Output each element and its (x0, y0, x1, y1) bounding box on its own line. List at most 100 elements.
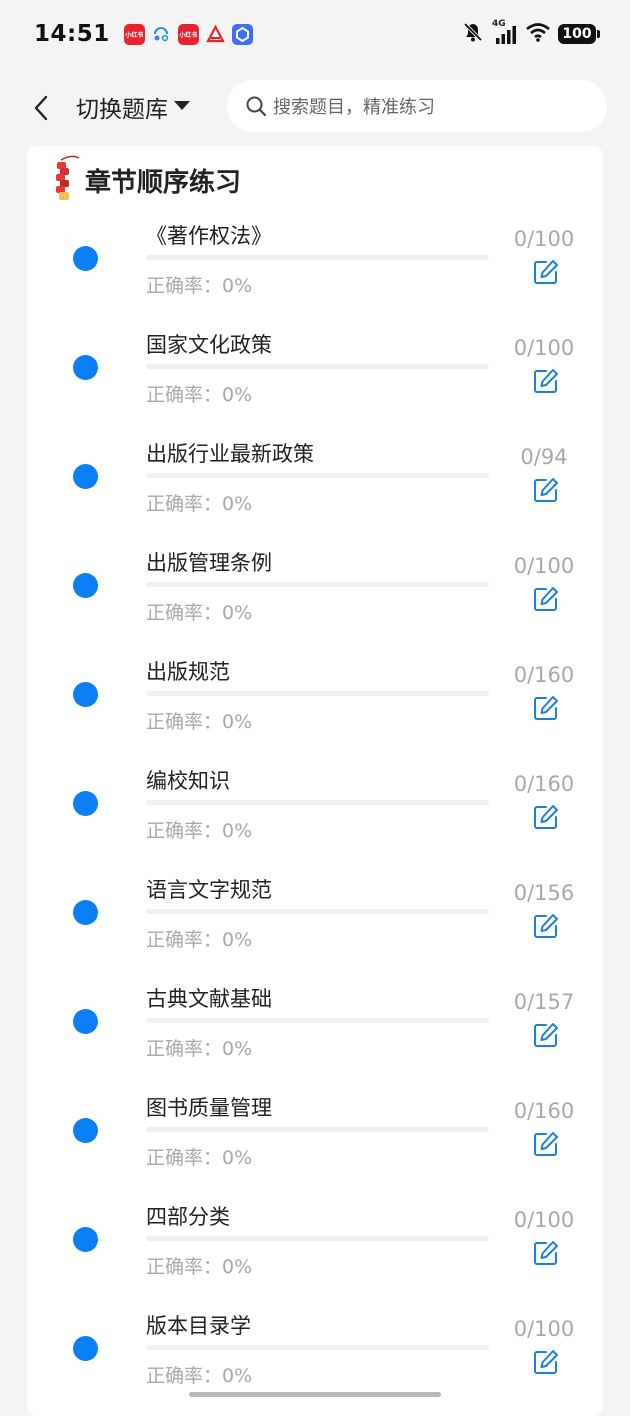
edit-icon (534, 914, 558, 938)
chapter-title: 出版规范 (146, 660, 230, 684)
home-indicator[interactable] (189, 1392, 441, 1397)
edit-icon (534, 587, 558, 611)
search-placeholder: 搜索题目，精准练习 (273, 97, 435, 118)
chapter-accuracy: 正确率：0% (146, 1365, 253, 1387)
chapter-item[interactable]: 出版管理条例 正确率：0% 0/100 (27, 543, 603, 652)
chapter-dot (73, 682, 98, 707)
search-input[interactable]: 搜索题目，精准练习 (227, 80, 607, 132)
wifi-icon (526, 22, 550, 46)
chapter-item[interactable]: 出版规范 正确率：0% 0/160 (27, 652, 603, 761)
chapter-title: 《著作权法》 (146, 224, 272, 248)
chapter-item[interactable]: 国家文化政策 正确率：0% 0/100 (27, 325, 603, 434)
chapter-dot (73, 573, 98, 598)
edit-icon (534, 1241, 558, 1265)
switch-question-bank-button[interactable]: 切换题库 (76, 90, 190, 124)
chapter-progress-bar (146, 1018, 489, 1023)
chapter-accuracy: 正确率：0% (146, 820, 253, 842)
blue-app-icon (231, 23, 253, 45)
chapter-count: 0/100 (513, 1317, 575, 1341)
chapter-accuracy: 正确率：0% (146, 1256, 253, 1278)
cellular-signal-icon: 4G (492, 19, 518, 45)
edit-icon (534, 478, 558, 502)
chapter-count: 0/100 (513, 1208, 575, 1232)
practice-edit-button[interactable] (532, 1239, 560, 1267)
chapter-count: 0/156 (513, 881, 575, 905)
chapter-count: 0/100 (513, 554, 575, 578)
red-app-icon (205, 24, 226, 45)
edit-icon (534, 1023, 558, 1047)
chapter-count: 0/160 (513, 772, 575, 796)
edit-icon (534, 805, 558, 829)
practice-edit-button[interactable] (532, 1130, 560, 1158)
practice-edit-button[interactable] (532, 803, 560, 831)
switch-question-bank-label: 切换题库 (76, 97, 168, 123)
chapter-dot (73, 464, 98, 489)
top-nav-bar: 切换题库 搜索题目，精准练习 (0, 78, 630, 138)
chapter-title: 图书质量管理 (146, 1096, 272, 1120)
back-button[interactable] (26, 92, 56, 124)
edit-icon (534, 1350, 558, 1374)
chapter-count: 0/100 (513, 227, 575, 251)
chapter-item[interactable]: 编校知识正确率：0% 0/160 (27, 761, 603, 870)
mute-bell-icon (462, 21, 484, 47)
chapter-dot (73, 1118, 98, 1143)
chapter-accuracy: 正确率：0% (146, 602, 253, 624)
edit-icon (534, 260, 558, 284)
chapter-accuracy: 正确率：0% (146, 384, 253, 406)
chapter-dot (73, 1227, 98, 1252)
notification-app-icons: 小红书 小红书 (123, 23, 253, 45)
chapter-title: 版本目录学 (146, 1314, 251, 1338)
chapter-accuracy: 正确率：0% (146, 275, 253, 297)
chapter-progress-bar (146, 582, 489, 587)
practice-edit-button[interactable] (532, 1348, 560, 1376)
chapter-accuracy: 正确率：0% (146, 711, 253, 733)
chapter-dot (73, 246, 98, 271)
chapter-item[interactable]: 《著作权法》 正确率：0% 0/100 (27, 216, 603, 325)
chapter-title: 四部分类 (146, 1205, 230, 1229)
practice-edit-button[interactable] (532, 912, 560, 940)
chapter-progress-bar (146, 1345, 489, 1350)
practice-edit-button[interactable] (532, 585, 560, 613)
firecracker-icon (53, 154, 80, 206)
practice-edit-button[interactable] (532, 258, 560, 286)
chevron-left-icon (34, 95, 48, 121)
chapter-item[interactable]: 出版行业最新政策 正确率：0% 0/94 (27, 434, 603, 543)
practice-edit-button[interactable] (532, 367, 560, 395)
chapter-progress-bar (146, 691, 489, 696)
status-time: 14:51 (34, 21, 110, 47)
chapter-dot (73, 900, 98, 925)
network-type: 4G (492, 19, 506, 29)
chapter-accuracy: 正确率：0% (146, 929, 253, 951)
chapter-title: 编校知识 (146, 769, 230, 793)
edit-icon (534, 696, 558, 720)
chapter-dot (73, 1009, 98, 1034)
chapter-title: 国家文化政策 (146, 333, 272, 357)
chapter-dot (73, 355, 98, 380)
chapter-progress-bar (146, 800, 489, 805)
chapter-item[interactable]: 图书质量管理 正确率：0% 0/160 (27, 1088, 603, 1197)
chapter-item[interactable]: 版本目录学正确率：0% 0/100 (27, 1306, 603, 1415)
status-bar: 14:51 小红书 小红书 4G 100 (0, 0, 630, 68)
practice-edit-button[interactable] (532, 1021, 560, 1049)
xiaohongshu-icon: 小红书 (177, 23, 199, 45)
chapter-progress-bar (146, 364, 489, 369)
practice-edit-button[interactable] (532, 694, 560, 722)
edit-icon (534, 369, 558, 393)
chapter-count: 0/100 (513, 336, 575, 360)
chapter-item[interactable]: 古典文献基础 正确率：0% 0/157 (27, 979, 603, 1088)
status-indicators: 4G 100 (462, 19, 600, 47)
search-icon (246, 96, 267, 117)
chapter-progress-bar (146, 1236, 489, 1241)
practice-edit-button[interactable] (532, 476, 560, 504)
chapter-count: 0/160 (513, 1099, 575, 1123)
chapter-count: 0/157 (513, 990, 575, 1014)
chapter-item[interactable]: 语言文字规范 正确率：0% 0/156 (27, 870, 603, 979)
chapter-accuracy: 正确率：0% (146, 493, 253, 515)
chapter-title: 出版管理条例 (146, 551, 272, 575)
chapter-item[interactable]: 四部分类正确率：0% 0/100 (27, 1197, 603, 1306)
chapter-progress-bar (146, 909, 489, 914)
chapter-practice-card: 章节顺序练习 《著作权法》 正确率：0% 0/100 国家文化政策 正确率：0% 0/10… (27, 146, 603, 1416)
section-title: 章节顺序练习 (85, 167, 242, 198)
assistant-icon (151, 24, 172, 45)
chapter-title: 语言文字规范 (146, 878, 272, 902)
